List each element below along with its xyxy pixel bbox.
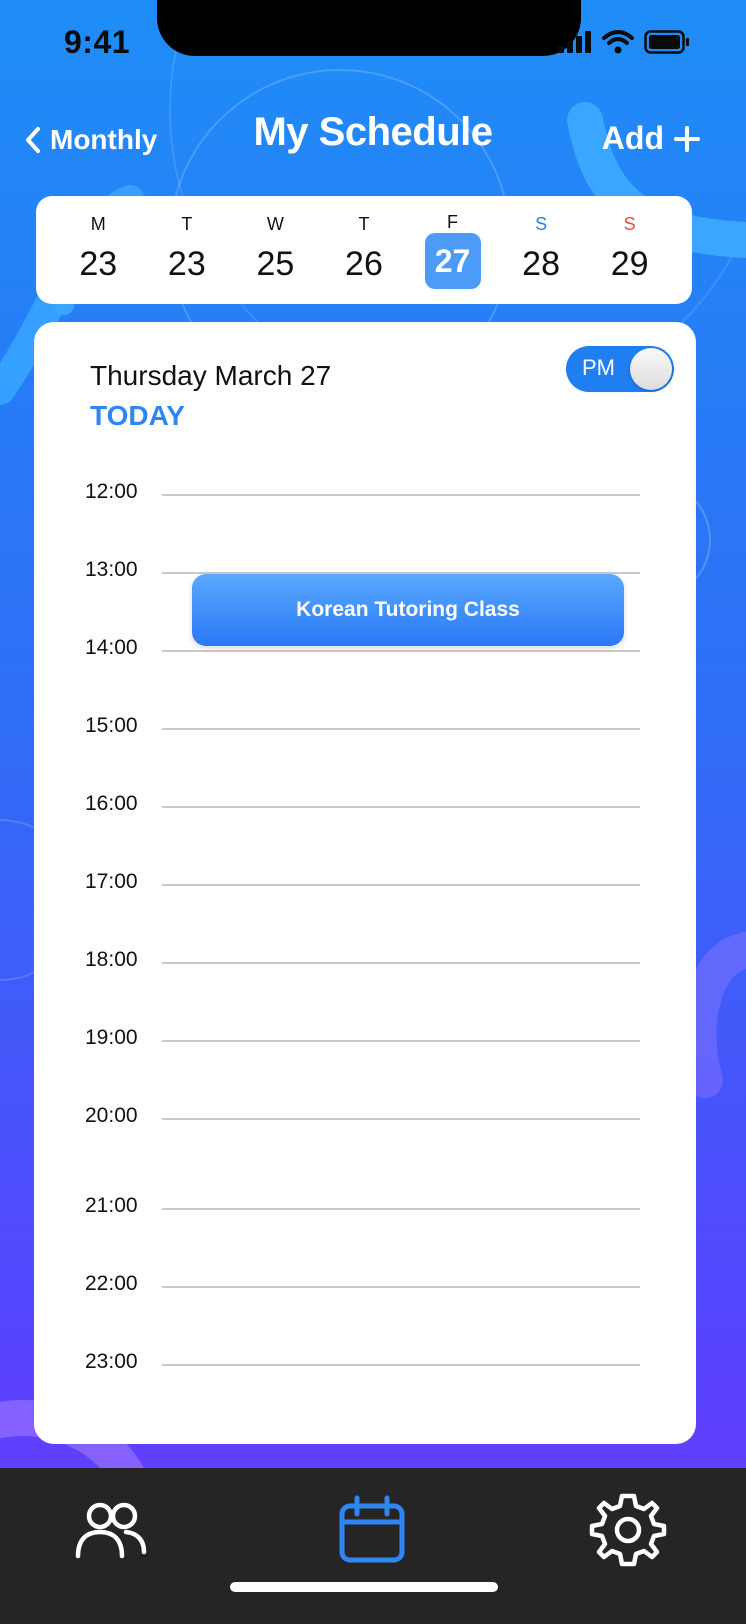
status-time: 9:41 [64, 24, 131, 60]
time-label: 17:00 [85, 870, 138, 893]
today-label: TODAY [90, 400, 185, 431]
day-number: 23 [167, 244, 206, 283]
time-label: 15:00 [85, 714, 138, 737]
week-strip: M 23 T 23 W 25 T 26 F 27 S 28 S 29 [36, 196, 692, 304]
day-number: 25 [256, 244, 295, 283]
hour-gridline [162, 806, 640, 808]
schedule-date: Thursday March 27 [90, 360, 332, 391]
hour-gridline [162, 1208, 640, 1210]
am-pm-label: PM [582, 355, 615, 380]
hour-gridline [162, 884, 640, 886]
day-wed[interactable]: W 25 [240, 214, 310, 287]
toggle-knob [630, 348, 672, 390]
time-row: 23:00 [34, 1350, 696, 1380]
hour-gridline [162, 1118, 640, 1120]
time-label: 14:00 [85, 636, 138, 659]
am-pm-toggle[interactable]: PM [566, 346, 674, 392]
tab-people[interactable] [70, 1490, 150, 1570]
day-number: 29 [610, 244, 649, 283]
day-letter: M [90, 213, 106, 234]
hour-gridline [162, 962, 640, 964]
day-sat[interactable]: S 28 [506, 214, 576, 287]
time-row: 18:00 [34, 948, 696, 978]
schedule-card: Thursday March 27 TODAY PM 12:00 13:00 1… [34, 322, 696, 1444]
day-number: 27 [424, 232, 481, 289]
day-number: 28 [522, 244, 560, 283]
time-label: 16:00 [85, 792, 138, 815]
hour-gridline [162, 1286, 640, 1288]
calendar-icon [339, 1495, 405, 1563]
status-icons [558, 30, 690, 54]
home-indicator [230, 1582, 498, 1592]
time-label: 12:00 [85, 480, 138, 503]
wifi-icon [602, 30, 634, 54]
day-number: 26 [345, 244, 383, 283]
day-letter: S [535, 213, 548, 234]
hour-gridline [162, 1040, 640, 1042]
event-title: Korean Tutoring Class [296, 598, 520, 621]
day-letter: F [447, 211, 459, 232]
time-label: 23:00 [85, 1350, 138, 1373]
time-label: 20:00 [85, 1104, 138, 1127]
hour-gridline [162, 1364, 640, 1366]
time-label: 18:00 [85, 948, 138, 971]
tab-calendar[interactable] [332, 1490, 412, 1570]
header: Monthly My Schedule Add [0, 100, 746, 180]
day-sun[interactable]: S 29 [595, 214, 665, 287]
day-number: 23 [79, 244, 118, 283]
battery-icon [644, 30, 689, 54]
schedule-screen: 9:41 Monthly My Schedule Add M 23 T 23 W… [0, 0, 746, 1624]
hour-gridline [162, 650, 640, 652]
time-row: 22:00 [34, 1272, 696, 1302]
time-row: 12:00 [34, 480, 696, 510]
add-label: Add [601, 120, 664, 156]
hour-gridline [162, 494, 640, 496]
tab-settings[interactable] [588, 1490, 668, 1570]
day-thu[interactable]: T 26 [329, 214, 399, 287]
day-letter: T [358, 213, 370, 234]
day-letter: W [266, 213, 284, 234]
time-row: 17:00 [34, 870, 696, 900]
time-label: 13:00 [85, 558, 138, 581]
time-label: 19:00 [85, 1026, 138, 1049]
day-tue[interactable]: T 23 [152, 214, 222, 287]
settings-icon [589, 1493, 667, 1567]
time-row: 21:00 [34, 1194, 696, 1224]
plus-icon [674, 125, 700, 152]
time-row: 20:00 [34, 1104, 696, 1134]
event-block[interactable]: Korean Tutoring Class [192, 574, 624, 646]
add-button[interactable]: Add [602, 120, 700, 157]
time-row: 15:00 [34, 714, 696, 744]
signal-icon [558, 31, 591, 53]
time-row: 16:00 [34, 792, 696, 822]
hour-gridline [162, 728, 640, 730]
time-label: 21:00 [85, 1194, 138, 1217]
day-letter: T [181, 213, 193, 234]
day-mon[interactable]: M 23 [63, 214, 133, 287]
tab-bar [0, 1468, 746, 1624]
time-row: 19:00 [34, 1026, 696, 1056]
status-bar: 9:41 [0, 0, 746, 92]
time-label: 22:00 [85, 1272, 138, 1295]
people-icon [75, 1502, 147, 1559]
day-letter: S [623, 213, 636, 234]
day-fri-selected[interactable]: F 27 [418, 212, 488, 289]
device-notch [157, 0, 581, 56]
